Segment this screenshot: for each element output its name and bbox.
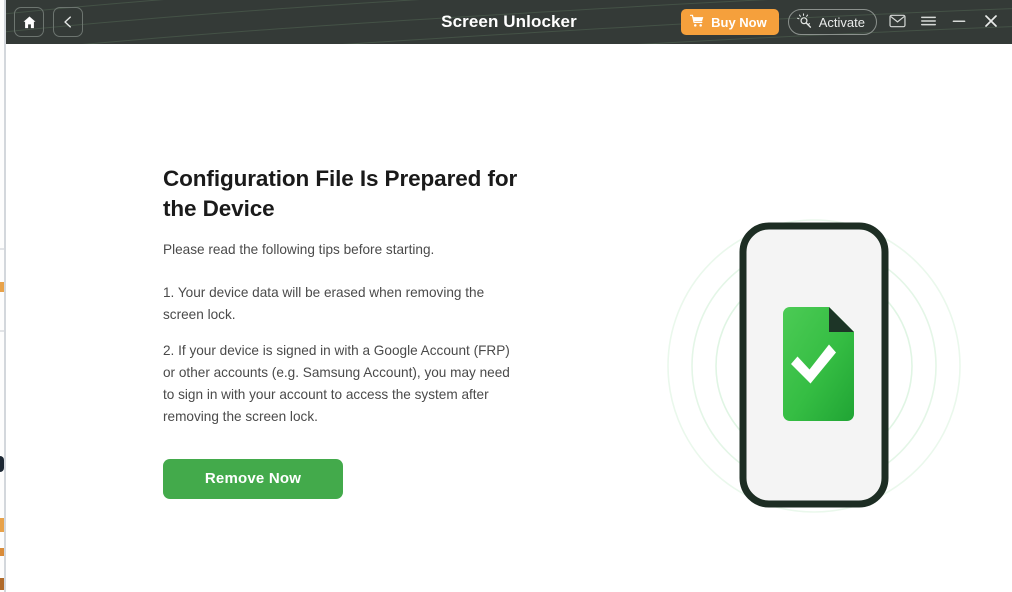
key-sparkle-icon — [796, 12, 814, 32]
remove-now-button[interactable]: Remove Now — [163, 458, 343, 499]
menu-button[interactable] — [917, 9, 939, 35]
shopping-cart-icon — [690, 14, 705, 31]
document-check-icon — [783, 307, 854, 421]
envelope-icon — [888, 14, 906, 31]
instructions-column: Configuration File Is Prepared for the D… — [163, 164, 563, 499]
app-root: Screen Unlocker Buy Now Activate Configu… — [0, 0, 1012, 592]
tip-item-1: 1. Your device data will be erased when … — [163, 284, 485, 322]
close-button[interactable] — [979, 9, 1003, 35]
home-button[interactable] — [14, 7, 44, 37]
feedback-button[interactable] — [886, 9, 908, 35]
hamburger-menu-icon — [920, 14, 937, 31]
activate-label: Activate — [818, 14, 865, 30]
minimize-button[interactable] — [948, 9, 970, 35]
illustration-phone-ready — [657, 184, 971, 548]
minimize-icon — [951, 14, 967, 31]
tip-item-2: 2. If your device is signed in with a Go… — [163, 342, 510, 424]
chevron-left-icon — [61, 15, 75, 29]
page-title: Configuration File Is Prepared for the D… — [163, 166, 518, 221]
title-bar: Screen Unlocker Buy Now Activate — [6, 0, 1012, 44]
buy-now-button[interactable]: Buy Now — [681, 9, 779, 35]
activate-button[interactable]: Activate — [787, 9, 877, 35]
close-icon — [983, 13, 999, 32]
titlebar-action-group: Buy Now Activate — [681, 0, 1003, 44]
back-button[interactable] — [53, 7, 83, 37]
page-subtitle: Please read the following tips before st… — [163, 242, 435, 258]
buy-now-label: Buy Now — [711, 14, 767, 30]
home-icon — [22, 15, 37, 30]
content-area: Configuration File Is Prepared for the D… — [6, 44, 1012, 592]
titlebar-nav-group — [14, 7, 83, 37]
main-window: Screen Unlocker Buy Now Activate Configu… — [6, 0, 1012, 592]
